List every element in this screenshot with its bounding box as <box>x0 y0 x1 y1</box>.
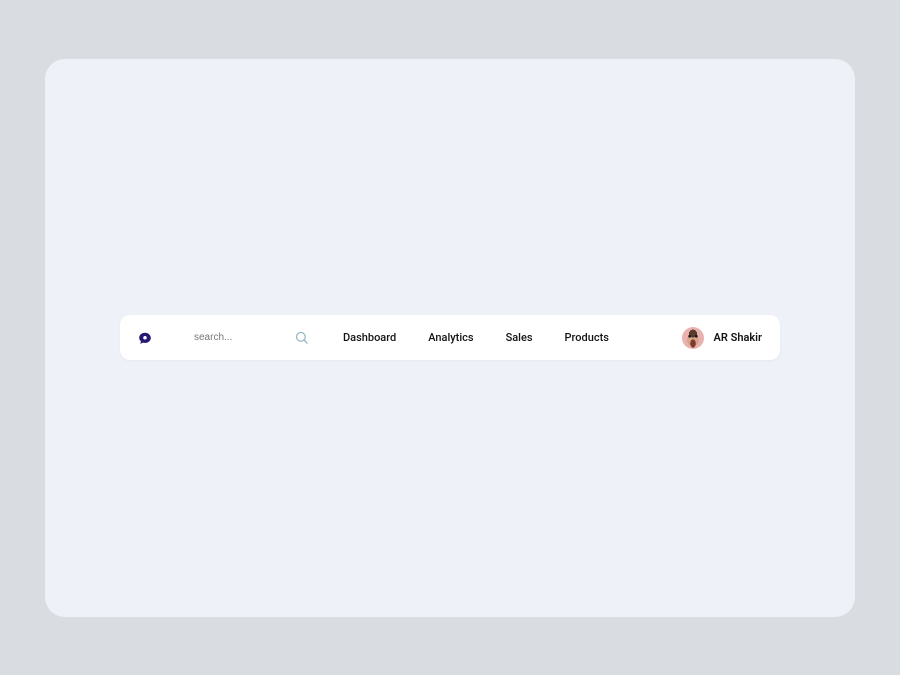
main-panel: Dashboard Analytics Sales Products AR Sh… <box>45 59 855 617</box>
nav-link-dashboard[interactable]: Dashboard <box>343 331 396 344</box>
search-icon[interactable] <box>294 330 309 345</box>
nav-link-analytics[interactable]: Analytics <box>428 331 473 344</box>
nav-link-sales[interactable]: Sales <box>506 331 533 344</box>
search-input[interactable] <box>194 332 284 343</box>
user-name: AR Shakir <box>714 331 762 344</box>
nav-links: Dashboard Analytics Sales Products <box>343 331 609 344</box>
nav-link-products[interactable]: Products <box>565 331 609 344</box>
avatar <box>682 327 704 349</box>
chat-bubble-icon[interactable] <box>138 331 152 345</box>
top-navbar: Dashboard Analytics Sales Products AR Sh… <box>120 315 780 360</box>
user-menu[interactable]: AR Shakir <box>682 327 762 349</box>
